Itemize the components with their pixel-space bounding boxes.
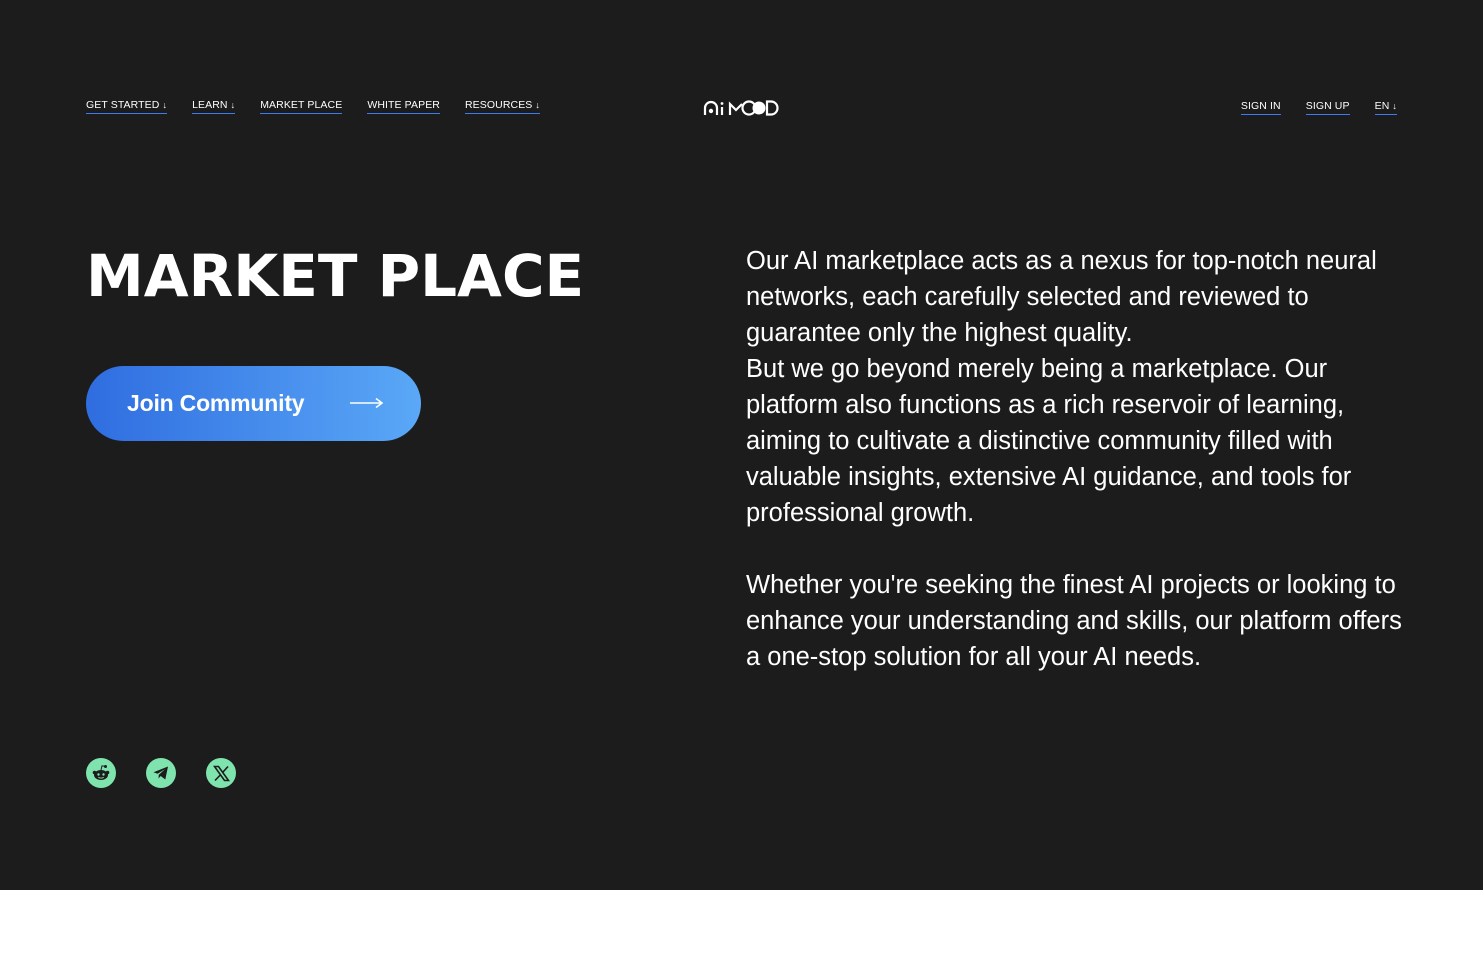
nav-white-paper[interactable]: WHITE PAPER <box>367 99 440 114</box>
nav-label: EN <box>1374 100 1390 112</box>
account-nav: SIGN IN SIGN UP EN ↓ <box>1240 100 1397 115</box>
nav-get-started[interactable]: GET STARTED ↓ <box>86 99 168 114</box>
reddit-icon <box>92 765 110 780</box>
nav-label: WHITE PAPER <box>367 99 440 111</box>
x-icon <box>212 765 230 781</box>
join-community-label: Join Community <box>127 390 305 416</box>
x-link[interactable] <box>206 758 236 788</box>
marketplace-description: Our AI marketplace acts as a nexus for t… <box>746 243 1406 675</box>
page: GET STARTED ↓ LEARN ↓ MARKET PLACE WHITE P… <box>0 0 1483 890</box>
nav-label: RESOURCES <box>464 99 533 111</box>
arrow-down-icon: ↓ <box>1392 101 1397 111</box>
sign-up-link[interactable]: SIGN UP <box>1305 100 1350 115</box>
arrow-down-icon: ↓ <box>535 100 541 110</box>
telegram-link[interactable] <box>146 758 176 788</box>
description-paragraph: Our AI marketplace acts as a nexus for t… <box>746 247 1377 347</box>
nav-resources[interactable]: RESOURCES ↓ <box>464 99 541 114</box>
arrow-right-icon <box>350 397 384 409</box>
nav-market-place[interactable]: MARKET PLACE <box>260 99 343 114</box>
aimood-logo[interactable] <box>703 98 779 118</box>
nav-label: GET STARTED <box>86 99 160 111</box>
description-paragraph: Whether you're seeking the finest AI pro… <box>746 571 1402 671</box>
page-title: MARKET PLACE <box>86 242 585 310</box>
nav-learn[interactable]: LEARN ↓ <box>192 99 236 114</box>
primary-nav: GET STARTED ↓ LEARN ↓ MARKET PLACE WHITE P… <box>86 99 541 114</box>
social-links <box>86 758 236 788</box>
language-selector[interactable]: EN ↓ <box>1374 100 1397 115</box>
join-community-button[interactable]: Join Community <box>86 366 421 441</box>
sign-in-link[interactable]: SIGN IN <box>1240 100 1281 115</box>
nav-label: LEARN <box>192 99 228 111</box>
arrow-down-icon: ↓ <box>230 100 236 110</box>
description-paragraph: But we go beyond merely being a marketpl… <box>746 355 1352 527</box>
nav-label: MARKET PLACE <box>260 99 343 111</box>
nav-label: SIGN IN <box>1240 100 1281 112</box>
aimood-logo-icon <box>703 100 779 116</box>
nav-label: SIGN UP <box>1305 100 1350 112</box>
arrow-down-icon: ↓ <box>162 100 168 110</box>
reddit-link[interactable] <box>86 758 116 788</box>
telegram-icon <box>153 766 168 780</box>
